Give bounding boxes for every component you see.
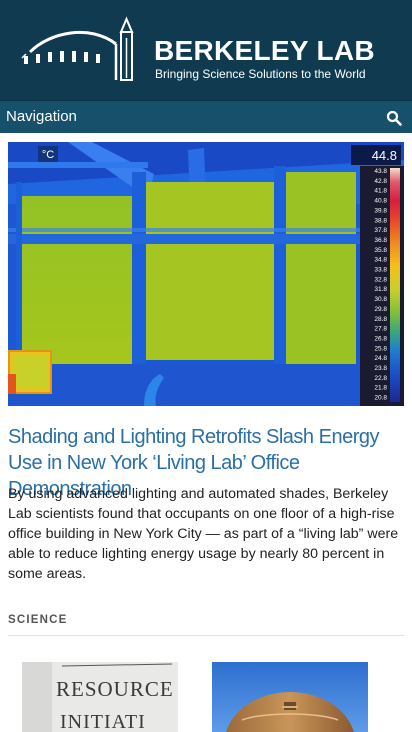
scale-label: 39.8 [374,207,387,214]
scale-label: 24.8 [374,355,387,362]
search-icon[interactable] [386,110,402,126]
scale-label: 33.8 [374,267,387,274]
scale-label: 35.8 [374,247,387,254]
temperature-unit: °C [42,149,54,161]
scale-label: 41.8 [374,188,387,195]
scale-label: 29.8 [374,306,387,313]
scale-label: 26.8 [374,335,387,342]
scale-label: 32.8 [374,276,387,283]
scale-label: 27.8 [374,326,387,333]
scale-label: 34.8 [374,257,387,264]
scale-label: 43.8 [374,168,387,175]
scale-label: 21.8 [374,385,387,392]
brand-tagline: Bringing Science Solutions to the World [155,67,366,81]
navigation-bar: Navigation [0,100,412,133]
scale-label: 25.8 [374,345,387,352]
scale-label: 38.8 [374,217,387,224]
navigation-toggle[interactable]: Navigation [6,108,77,126]
science-thumbnail-whiteboard[interactable]: RESOURCE INITIATI [22,662,178,732]
scale-label: 23.8 [374,365,387,372]
scale-label: 37.8 [374,227,387,234]
site-header: BERKELEY LAB Bringing Science Solutions … [0,0,412,100]
scale-label: 40.8 [374,198,387,205]
scale-label: 42.8 [374,178,387,185]
berkeley-lab-logo[interactable] [20,14,138,84]
scale-label: 31.8 [374,286,387,293]
scale-label: 28.8 [374,316,387,323]
scale-label: 20.8 [374,395,387,402]
scale-label: 36.8 [374,237,387,244]
scale-label: 22.8 [374,375,387,382]
article-summary: By using advanced lighting and automated… [8,486,399,582]
hero-thermal-image[interactable]: °C 44.8 43.8 42.8 41.8 40.8 39.8 38.8 37.8 36.8… [8,142,404,406]
brand-title[interactable]: BERKELEY LAB [154,35,375,67]
section-label[interactable]: SCIENCE [8,614,68,626]
whiteboard-text-line1: RESOURCE [56,677,174,701]
section-divider [8,635,404,636]
scale-label: 30.8 [374,296,387,303]
temperature-readout: 44.8 [372,148,397,163]
science-thumbnail-dome[interactable] [212,662,368,732]
whiteboard-text-line2: INITIATI [60,711,146,732]
